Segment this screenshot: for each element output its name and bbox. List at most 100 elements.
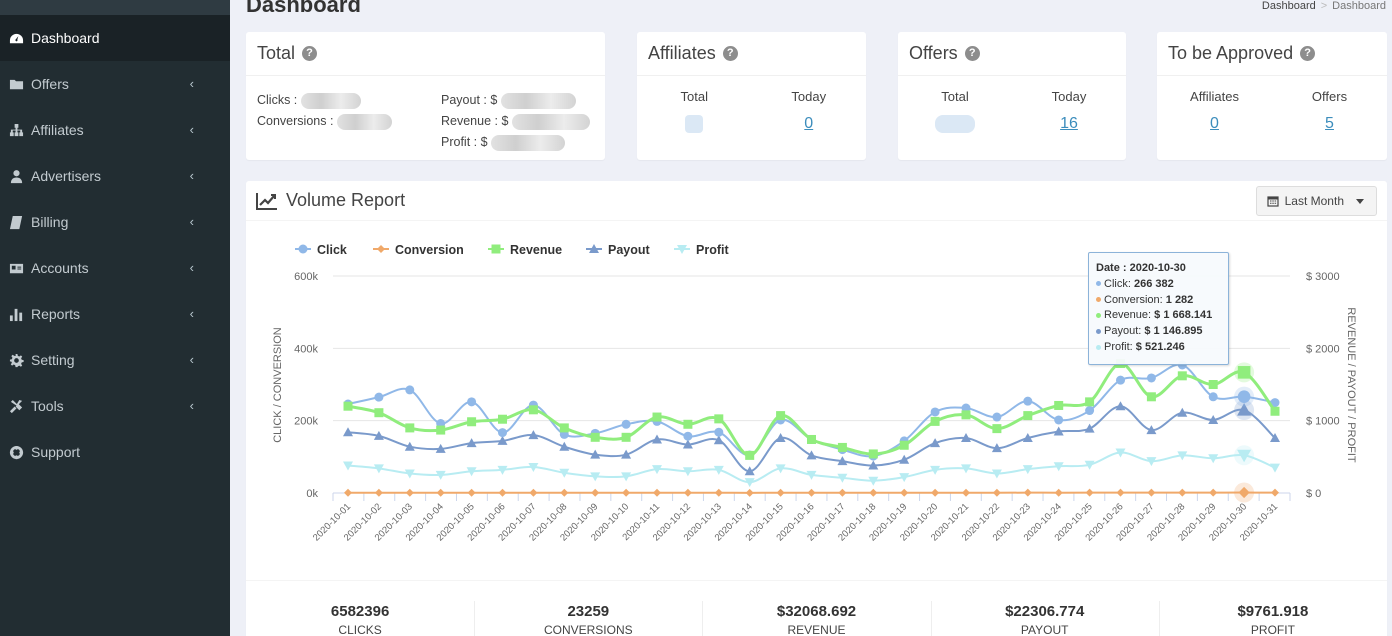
data-point-click — [683, 431, 693, 441]
data-point-click — [1054, 415, 1064, 425]
data-point-conversion — [653, 488, 661, 497]
data-point-conversion — [776, 488, 785, 497]
data-point-conversion — [1178, 488, 1187, 497]
summary-value: $32068.692 — [776, 603, 857, 620]
legend-item-click[interactable]: Click — [317, 243, 347, 257]
data-point-revenue — [1177, 371, 1187, 381]
summary-clicks: 6582396 CLICKS — [246, 581, 474, 636]
tooltip-series-name: Revenue: — [1104, 309, 1152, 322]
summary-label: CLICKS — [338, 623, 382, 636]
data-point-click — [714, 427, 724, 437]
data-point-conversion — [683, 488, 692, 497]
data-point-conversion — [962, 488, 970, 497]
tooltip-row: Click: 266 382 — [1096, 277, 1221, 293]
data-point-payout — [806, 450, 817, 460]
y-tick-label: 400k — [294, 343, 318, 355]
data-point-click — [374, 392, 384, 402]
summary-label: CONVERSIONS — [543, 623, 633, 636]
series-dot — [1096, 297, 1101, 303]
tooltip-series-name: Payout: — [1104, 325, 1142, 338]
data-point-revenue — [868, 449, 878, 459]
data-point-click — [930, 407, 940, 417]
data-point-conversion — [1023, 488, 1032, 497]
data-point-click — [1023, 396, 1033, 406]
data-point-revenue — [807, 434, 816, 444]
data-point-revenue — [837, 442, 847, 452]
data-point-click — [498, 428, 507, 438]
data-point-conversion — [622, 488, 631, 497]
summary-label: PAYOUT — [1020, 623, 1069, 636]
legend-marker-click — [298, 244, 308, 254]
tooltip-series-value: $ 521.246 — [1135, 340, 1185, 353]
data-point-revenue — [745, 450, 755, 460]
legend-item-profit[interactable]: Profit — [696, 243, 729, 257]
tooltip-series-value: 1 282 — [1165, 293, 1194, 306]
data-point-conversion — [436, 488, 445, 497]
tooltip-series-name: Click: — [1104, 277, 1131, 290]
legend-marker-conversion — [377, 245, 385, 253]
summary-conversions: 23259 CONVERSIONS — [474, 581, 702, 636]
legend-marker-revenue — [491, 244, 501, 254]
tooltip-row: Payout: $ 1 146.895 — [1096, 324, 1221, 340]
data-point-conversion — [1116, 488, 1125, 497]
data-point-conversion — [1054, 488, 1063, 497]
data-point-click — [992, 412, 1002, 422]
series-dot — [1096, 344, 1101, 350]
summary-payout: $22306.774 PAYOUT — [930, 581, 1159, 636]
data-point-revenue — [652, 412, 662, 422]
data-point-conversion — [498, 488, 507, 497]
data-point-conversion — [931, 488, 940, 497]
tooltip-series-value: $ 1 146.895 — [1144, 325, 1203, 338]
data-point-conversion — [807, 488, 816, 497]
data-point-revenue — [714, 414, 724, 424]
summary-label: PROFIT — [1250, 623, 1295, 636]
summary-label: REVENUE — [787, 623, 846, 636]
data-point-revenue — [961, 410, 971, 420]
y2-tick-label: $ 2000 — [1306, 343, 1340, 355]
summary-value: $22306.774 — [1005, 603, 1085, 620]
data-point-payout — [1115, 401, 1126, 411]
data-point-conversion — [714, 488, 723, 497]
summary-profit: $9761.918 PROFIT — [1158, 581, 1387, 636]
y-axis-title: CLICK / CONVERSION — [272, 327, 284, 443]
data-point-revenue — [374, 408, 384, 418]
data-point-revenue — [1085, 397, 1095, 407]
legend-item-conversion[interactable]: Conversion — [395, 243, 464, 257]
data-point-conversion — [405, 488, 414, 497]
data-point-click — [1085, 406, 1095, 416]
data-point-revenue — [467, 417, 477, 427]
y-tick-label: 600k — [294, 271, 318, 283]
summary-revenue: $32068.692 REVENUE — [702, 581, 930, 636]
y-tick-label: 0k — [306, 488, 318, 500]
series-dot — [1096, 328, 1101, 334]
data-point-conversion — [1209, 488, 1218, 497]
data-point-revenue — [1270, 406, 1280, 416]
data-point-click — [1146, 373, 1156, 383]
summary-value: 6582396 — [330, 603, 390, 620]
data-point-revenue — [498, 414, 507, 424]
data-point-revenue — [1054, 400, 1064, 410]
data-point-conversion — [900, 488, 909, 497]
data-point-revenue — [776, 411, 786, 421]
data-point-revenue — [590, 432, 600, 442]
tooltip-row: Revenue: $ 1 668.141 — [1096, 308, 1221, 324]
legend-item-revenue[interactable]: Revenue — [510, 243, 562, 257]
data-point-revenue — [405, 423, 415, 433]
data-point-revenue — [1146, 392, 1156, 402]
data-point-click — [1208, 392, 1218, 402]
y2-tick-label: $ 0 — [1306, 488, 1321, 500]
tooltip-series-value: $ 1 668.141 — [1154, 309, 1213, 322]
y-tick-label: 200k — [294, 416, 318, 428]
series-dot — [1096, 281, 1101, 287]
tooltip-series-name: Conversion: — [1104, 293, 1163, 306]
data-point-revenue — [528, 405, 538, 415]
data-point-revenue — [1023, 411, 1033, 421]
data-point-click — [405, 385, 415, 395]
tooltip-row: Profit: $ 521.246 — [1096, 340, 1221, 356]
legend-item-payout[interactable]: Payout — [608, 243, 651, 257]
data-point-conversion — [560, 488, 569, 497]
data-point-revenue — [343, 401, 353, 411]
y2-tick-label: $ 1000 — [1306, 416, 1340, 428]
data-point-conversion — [344, 488, 352, 497]
data-point-conversion — [529, 488, 538, 497]
